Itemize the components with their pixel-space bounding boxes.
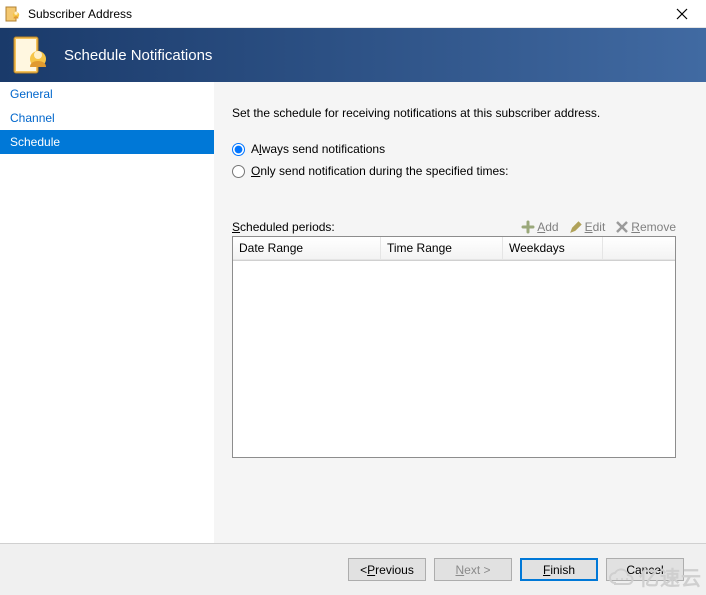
sidebar-item-schedule[interactable]: Schedule — [0, 130, 214, 154]
previous-button[interactable]: < Previous — [348, 558, 426, 581]
radio-only[interactable] — [232, 165, 245, 178]
plus-icon — [521, 220, 535, 234]
pencil-icon — [569, 220, 583, 234]
finish-button[interactable]: Finish — [520, 558, 598, 581]
close-button[interactable] — [662, 0, 702, 28]
column-date-range[interactable]: Date Range — [233, 237, 381, 260]
banner-title: Schedule Notifications — [64, 47, 212, 64]
sidebar-item-general[interactable]: General — [0, 82, 214, 106]
cancel-button[interactable]: Cancel — [606, 558, 684, 581]
radio-only-row[interactable]: Only send notification during the specif… — [232, 164, 676, 178]
radio-only-label: Only send notification during the specif… — [251, 164, 508, 178]
column-spacer — [603, 237, 675, 260]
grid-body — [233, 261, 675, 457]
scheduled-periods-grid[interactable]: Date Range Time Range Weekdays — [232, 236, 676, 458]
add-button[interactable]: Add — [521, 220, 558, 234]
radio-always-label: Always send notifications — [251, 142, 385, 156]
content-pane: Set the schedule for receiving notificat… — [214, 82, 706, 543]
column-weekdays[interactable]: Weekdays — [503, 237, 603, 260]
x-icon — [615, 220, 629, 234]
wizard-footer: < Previous Next > Finish Cancel 亿速云 — [0, 543, 706, 595]
edit-button[interactable]: Edit — [569, 220, 606, 234]
remove-button[interactable]: Remove — [615, 220, 676, 234]
column-time-range[interactable]: Time Range — [381, 237, 503, 260]
radio-always-row[interactable]: Always send notifications — [232, 142, 676, 156]
close-icon — [676, 8, 688, 20]
banner-icon — [8, 33, 52, 77]
grid-header: Date Range Time Range Weekdays — [233, 237, 675, 261]
app-icon — [4, 5, 22, 23]
schedule-description: Set the schedule for receiving notificat… — [232, 106, 676, 120]
titlebar: Subscriber Address — [0, 0, 706, 28]
next-button[interactable]: Next > — [434, 558, 512, 581]
window-title: Subscriber Address — [28, 7, 132, 21]
radio-always[interactable] — [232, 143, 245, 156]
scheduled-periods-label: Scheduled periods: — [232, 220, 335, 234]
sidebar-item-channel[interactable]: Channel — [0, 106, 214, 130]
sidebar: General Channel Schedule — [0, 82, 214, 543]
banner: Schedule Notifications — [0, 28, 706, 82]
